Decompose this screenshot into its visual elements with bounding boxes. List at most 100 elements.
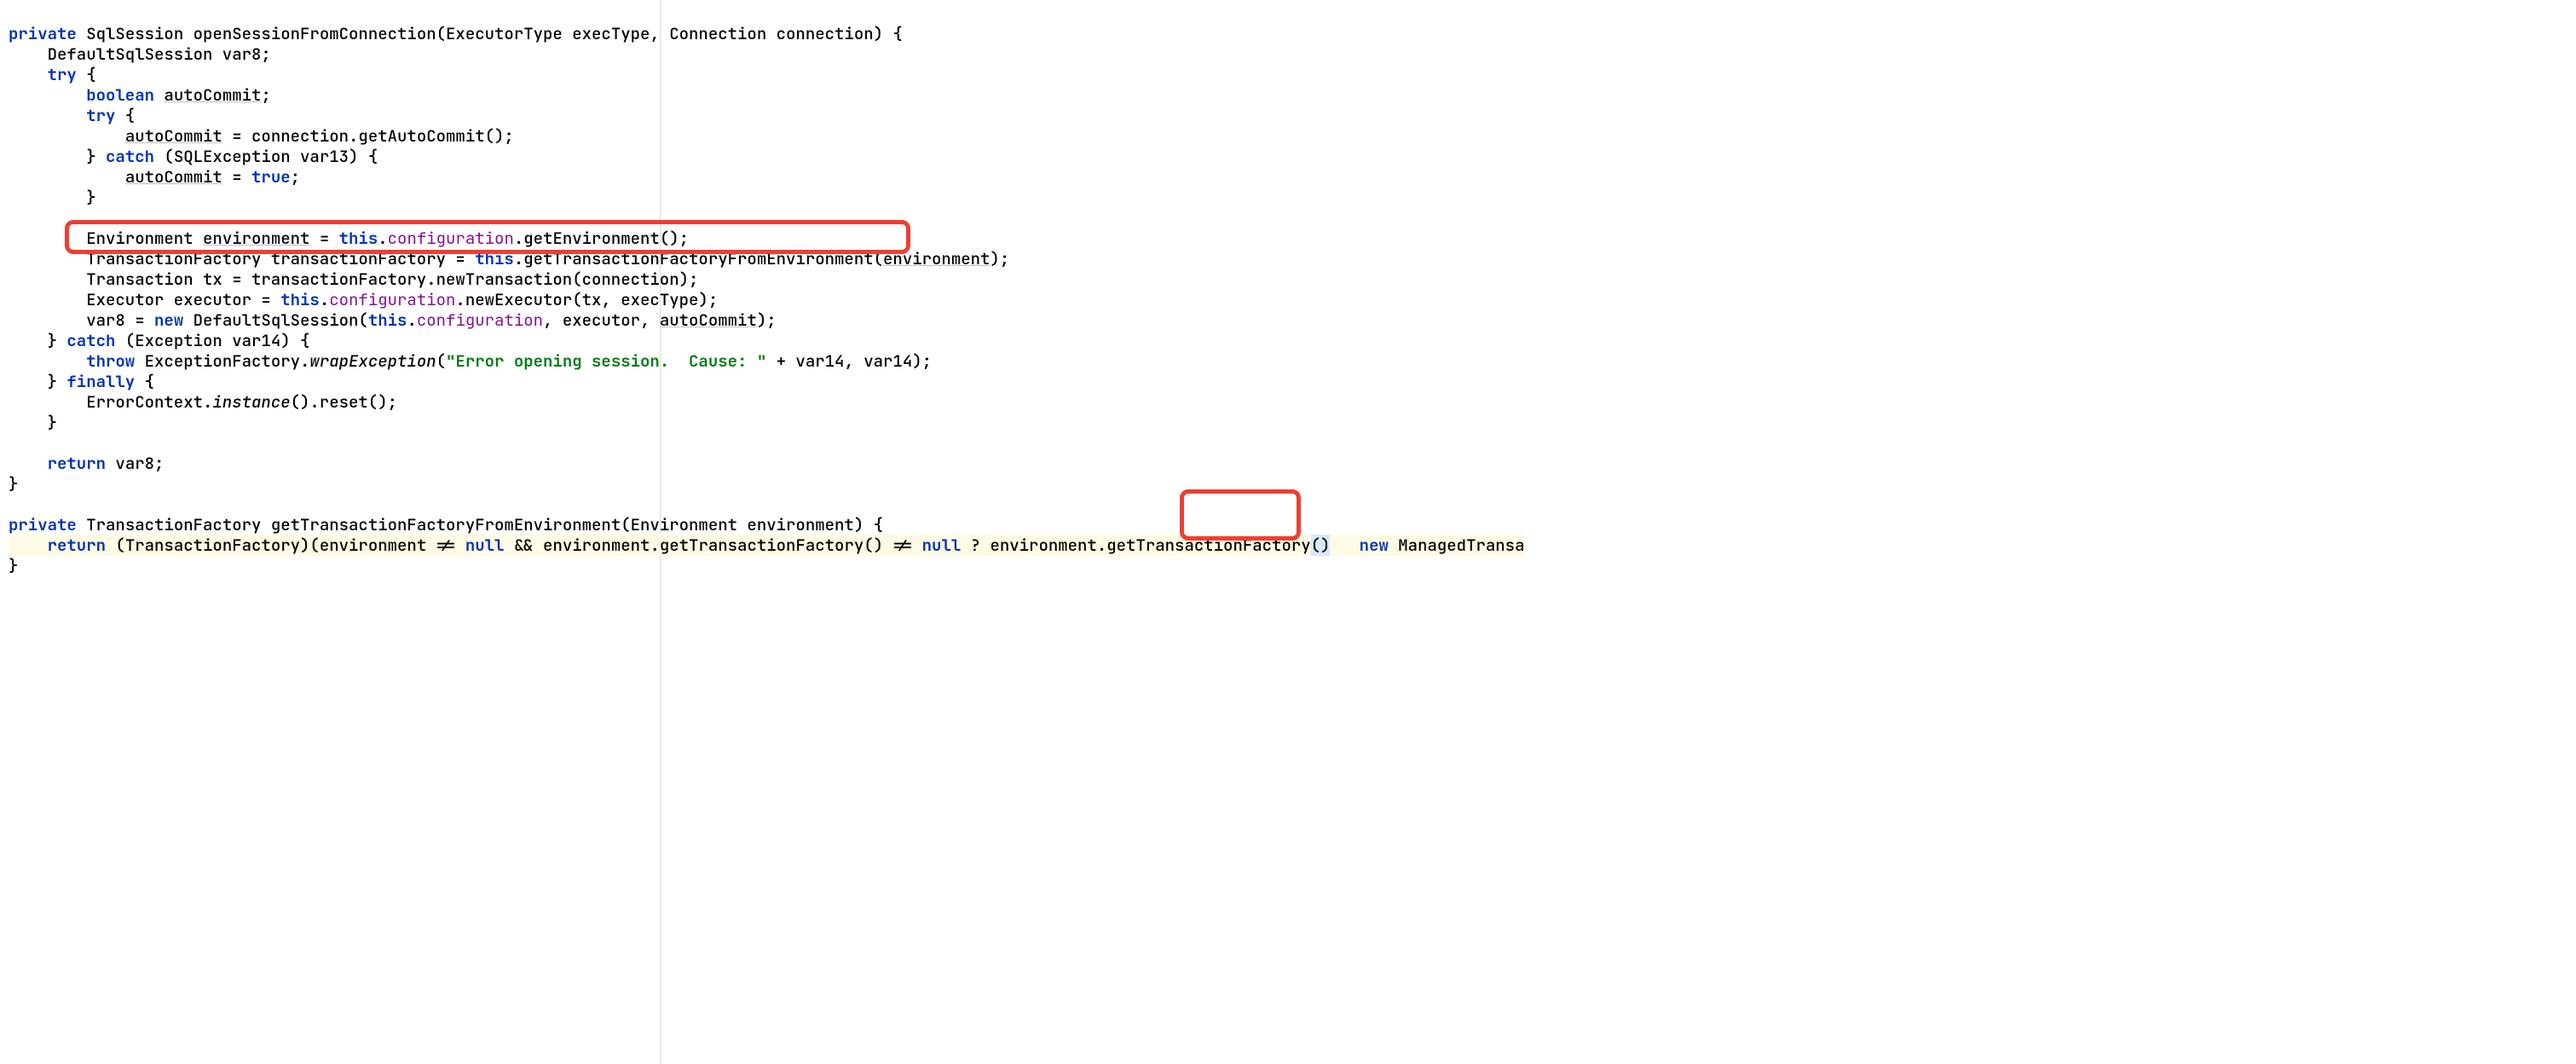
keyword: catch	[106, 146, 154, 167]
variable: autoCommit	[660, 309, 757, 331]
code-line[interactable]: var8 = new DefaultSqlSession(this.config…	[9, 309, 777, 331]
code-text: }	[9, 412, 57, 433]
keyword: private	[9, 23, 77, 44]
code-text: Executor executor =	[9, 289, 280, 310]
code-text: ExceptionFactory.	[135, 350, 309, 372]
code-text: , executor,	[543, 309, 660, 331]
code-line[interactable]: }	[9, 412, 57, 433]
code-text: );	[757, 309, 777, 331]
code-text: =	[309, 228, 338, 249]
keyword: null	[465, 535, 505, 556]
code-text: TransactionFactory transactionFactory =	[9, 248, 475, 269]
keyword: this	[339, 228, 378, 249]
code-line[interactable]: try {	[9, 64, 96, 85]
code-text	[1330, 535, 1359, 556]
code-text: ManagedTransa	[1389, 535, 1525, 556]
code-line[interactable]: throw ExceptionFactory.wrapException("Er…	[9, 350, 932, 372]
code-line[interactable]: private TransactionFactory getTransactio…	[9, 514, 883, 535]
keyword: throw	[86, 350, 135, 372]
code-text: }	[9, 371, 66, 392]
static-method: instance	[212, 391, 290, 413]
code-text: + var14, var14);	[766, 350, 932, 372]
keyword: boolean	[86, 84, 154, 106]
code-editor[interactable]: private SqlSession openSessionFromConnec…	[9, 3, 1524, 576]
code-line[interactable]: }	[9, 555, 18, 576]
code-text	[9, 535, 48, 556]
code-text: =	[222, 166, 251, 188]
keyword: new	[1360, 535, 1389, 556]
keyword: null	[922, 535, 962, 556]
code-text: }	[9, 146, 106, 167]
code-text: .getEnvironment();	[514, 228, 689, 249]
code-text: SqlSession openSessionFromConnection(Exe…	[77, 23, 903, 44]
code-text: .getTransactionFactoryFromEnvironment(	[514, 248, 883, 269]
code-text	[9, 105, 86, 126]
code-text: }	[9, 473, 18, 494]
code-text: }	[9, 555, 18, 576]
keyword: catch	[66, 330, 115, 351]
keyword: this	[280, 289, 320, 310]
code-line[interactable]: try {	[9, 105, 135, 126]
keyword: this	[475, 248, 514, 269]
code-text	[9, 166, 125, 188]
code-line[interactable]: DefaultSqlSession var8;	[9, 43, 271, 65]
code-line[interactable]: } catch (Exception var14) {	[9, 330, 309, 351]
code-text: .newExecutor(tx, execType);	[455, 289, 718, 310]
keyword: return	[48, 535, 106, 556]
keyword: new	[154, 309, 183, 331]
code-text: var8 =	[9, 309, 154, 331]
code-text: ? environment.getTransactionFactory	[961, 535, 1310, 556]
field: configuration	[329, 289, 455, 310]
code-text	[154, 84, 164, 106]
keyword: return	[48, 453, 106, 474]
code-line[interactable]: private SqlSession openSessionFromConnec…	[9, 23, 903, 44]
code-text	[9, 125, 125, 147]
variable: autoCommit	[125, 125, 222, 147]
code-line[interactable]: TransactionFactory transactionFactory = …	[9, 248, 1009, 269]
code-line[interactable]: Transaction tx = transactionFactory.newT…	[9, 269, 698, 290]
code-text	[9, 64, 48, 85]
code-text: (SQLException var13) {	[154, 146, 378, 167]
code-line[interactable]: Executor executor = this.configuration.n…	[9, 289, 718, 310]
keyword: try	[48, 64, 77, 85]
keyword: private	[9, 514, 77, 535]
code-line[interactable]: Environment environment = this.configura…	[9, 228, 689, 249]
code-text	[9, 84, 86, 106]
variable: environment	[883, 248, 990, 269]
variable: environment	[203, 228, 309, 249]
paren-match: ()	[1311, 535, 1331, 556]
variable: autoCommit	[125, 166, 222, 188]
keyword: try	[86, 105, 115, 126]
code-line[interactable]: return (TransactionFactory)(environment …	[9, 535, 1524, 556]
keyword: finally	[66, 371, 135, 392]
keyword: this	[368, 309, 407, 331]
code-line[interactable]: }	[9, 187, 96, 208]
code-line[interactable]: return var8;	[9, 453, 164, 474]
code-text: DefaultSqlSession(	[183, 309, 368, 331]
code-line[interactable]: } finally {	[9, 371, 154, 392]
keyword: true	[251, 166, 291, 188]
code-text	[9, 350, 86, 372]
code-text: }	[9, 187, 96, 208]
code-text: (TransactionFactory)(environment !=	[106, 535, 465, 556]
code-text: TransactionFactory getTransactionFactory…	[77, 514, 883, 535]
code-text: {	[77, 64, 96, 85]
code-text	[9, 453, 48, 474]
code-text: Environment	[9, 228, 203, 249]
code-line[interactable]: boolean autoCommit;	[9, 84, 271, 106]
code-text: .	[407, 309, 416, 331]
code-text: .	[320, 289, 329, 310]
field: configuration	[417, 309, 543, 331]
code-text: ;	[291, 166, 300, 188]
code-text: {	[135, 371, 154, 392]
code-line[interactable]: autoCommit = connection.getAutoCommit();	[9, 125, 514, 147]
code-line[interactable]: autoCommit = true;	[9, 166, 300, 188]
code-text: var8;	[106, 453, 164, 474]
code-text: .	[378, 228, 387, 249]
code-line[interactable]: ErrorContext.instance().reset();	[9, 391, 397, 413]
code-text: );	[990, 248, 1009, 269]
code-text: ErrorContext.	[9, 391, 212, 413]
code-line[interactable]: } catch (SQLException var13) {	[9, 146, 378, 167]
code-text: = connection.getAutoCommit();	[222, 125, 514, 147]
code-line[interactable]: }	[9, 473, 18, 494]
